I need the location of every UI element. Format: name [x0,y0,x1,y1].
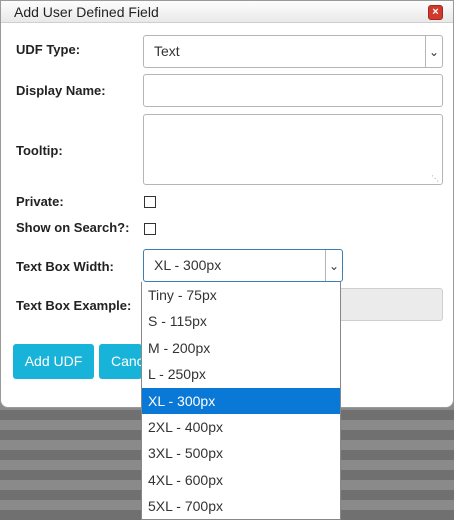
dropdown-option[interactable]: M - 200px [142,335,340,361]
chevron-down-icon: ⌄ [325,250,342,281]
text-box-width-dropdown: Tiny - 75px S - 115px M - 200px L - 250p… [141,282,341,520]
cancel-button[interactable]: Canc [99,344,144,379]
dropdown-option[interactable]: 5XL - 700px [142,493,340,519]
resize-grip-icon[interactable]: ⋱ [431,174,439,183]
add-udf-button[interactable]: Add UDF [13,344,94,379]
private-checkbox[interactable] [144,196,156,208]
dropdown-option[interactable]: 2XL - 400px [142,414,340,440]
dropdown-option[interactable]: Tiny - 75px [142,282,340,308]
display-name-label: Display Name: [16,83,106,98]
display-name-input[interactable] [143,74,443,107]
dialog-titlebar: Add User Defined Field × [1,1,453,23]
chevron-down-icon: ⌄ [425,36,442,67]
dropdown-option[interactable]: S - 115px [142,308,340,334]
text-box-width-label: Text Box Width: [16,259,114,274]
close-icon[interactable]: × [428,5,443,20]
tooltip-textarea[interactable]: ⋱ [143,114,443,185]
text-box-width-value: XL - 300px [154,257,222,273]
show-on-search-label: Show on Search?: [16,220,130,235]
text-box-example-label: Text Box Example: [16,298,132,313]
udf-type-label: UDF Type: [16,42,81,57]
dropdown-option[interactable]: 3XL - 500px [142,440,340,466]
private-label: Private: [16,194,64,209]
udf-type-value: Text [154,43,180,59]
text-box-width-select[interactable]: XL - 300px ⌄ [143,249,343,282]
tooltip-label: Tooltip: [16,143,63,158]
udf-type-select[interactable]: Text ⌄ [143,35,443,68]
dropdown-option[interactable]: 4XL - 600px [142,467,340,493]
show-on-search-checkbox[interactable] [144,223,156,235]
dialog-title: Add User Defined Field [14,4,159,20]
dropdown-option-selected[interactable]: XL - 300px [142,387,340,414]
dropdown-option[interactable]: L - 250px [142,361,340,387]
